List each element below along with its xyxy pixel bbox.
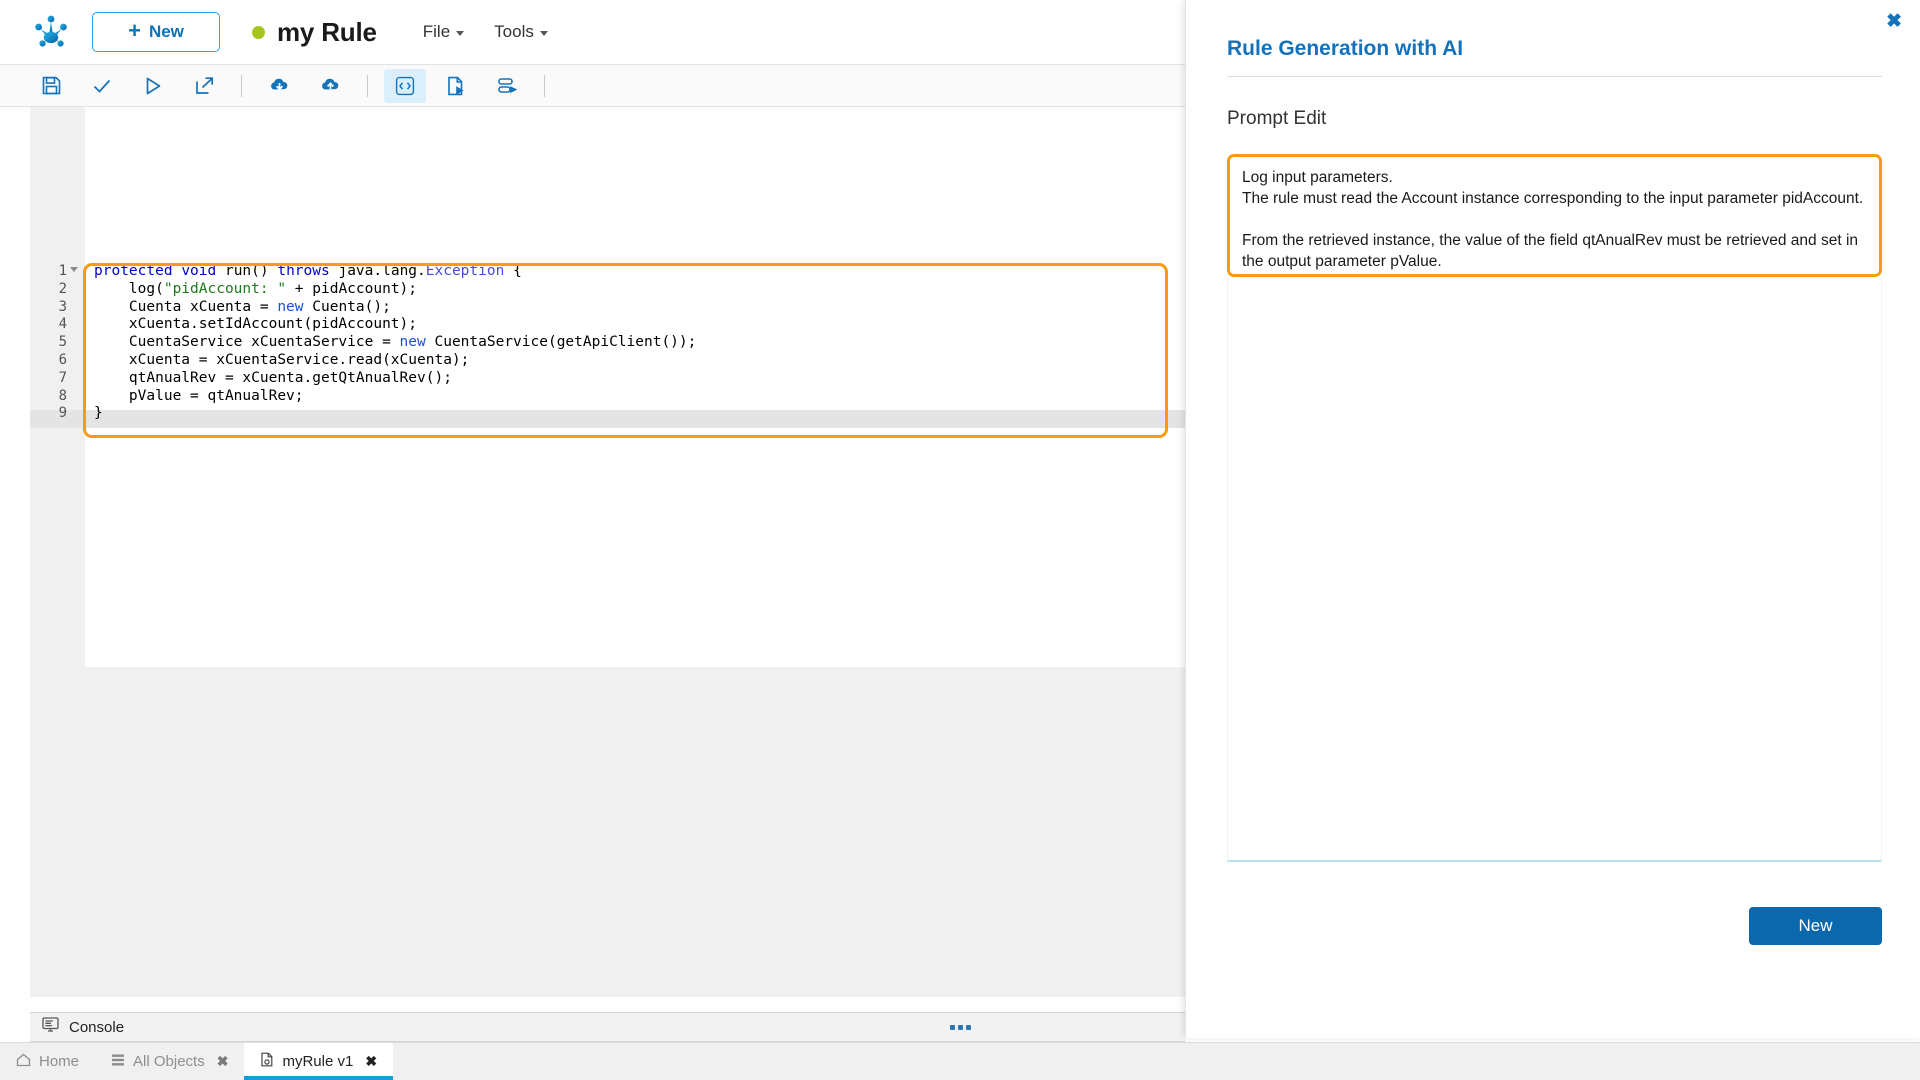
toolbar-separator	[241, 75, 242, 97]
chevron-down-icon	[540, 31, 548, 36]
line-number: 9	[30, 405, 85, 423]
code-editor[interactable]: 1protected void run() throws java.lang.E…	[0, 107, 1185, 997]
save-icon[interactable]	[30, 69, 72, 103]
menu-bar: File Tools	[423, 22, 548, 42]
code-line[interactable]: 8 pValue = qtAnualRev;	[0, 388, 1185, 406]
plus-icon: +	[128, 20, 141, 42]
code-text: xCuenta = xCuentaService.read(xCuenta);	[85, 352, 469, 370]
prompt-text-value: Log input parameters. The rule must read…	[1242, 167, 1867, 272]
home-icon	[16, 1053, 31, 1071]
line-number: 6	[30, 352, 85, 370]
status-dot-icon	[252, 26, 265, 39]
tab-all-objects-label: All Objects	[133, 1053, 205, 1070]
tab-myrule-v1[interactable]: myRule v1 ✖	[244, 1043, 393, 1080]
code-text: log("pidAccount: " + pidAccount);	[85, 281, 417, 299]
menu-tools[interactable]: Tools	[494, 22, 548, 42]
code-line[interactable]: 5 CuentaService xCuentaService = new Cue…	[0, 334, 1185, 352]
code-text: CuentaService xCuentaService = new Cuent…	[85, 334, 696, 352]
code-text: xCuenta.setIdAccount(pidAccount);	[85, 316, 417, 334]
code-line[interactable]: 3 Cuenta xCuenta = new Cuenta();	[0, 299, 1185, 317]
code-text: qtAnualRev = xCuenta.getQtAnualRev();	[85, 370, 452, 388]
code-text: }	[85, 405, 103, 423]
code-line[interactable]: 9}	[0, 405, 1185, 423]
cloud-upload-icon[interactable]	[309, 69, 351, 103]
tab-myrule-v1-label: myRule v1	[282, 1053, 353, 1070]
code-line[interactable]: 7 qtAnualRev = xCuenta.getQtAnualRev();	[0, 370, 1185, 388]
divider	[1227, 76, 1882, 77]
rule-file-icon	[260, 1052, 274, 1071]
ai-new-button[interactable]: New	[1749, 907, 1882, 945]
page-title: my Rule	[277, 17, 377, 48]
code-text: protected void run() throws java.lang.Ex…	[85, 263, 522, 281]
line-number: 7	[30, 370, 85, 388]
menu-file[interactable]: File	[423, 22, 464, 42]
application-window: + New my Rule File Tools	[0, 0, 1920, 1080]
console-options-icon[interactable]	[950, 1025, 971, 1030]
close-icon[interactable]: ✖	[217, 1053, 229, 1070]
menu-tools-label: Tools	[494, 22, 534, 42]
console-label: Console	[69, 1019, 124, 1036]
database-run-icon[interactable]	[486, 69, 528, 103]
close-icon[interactable]: ✖	[365, 1053, 377, 1070]
menu-file-label: File	[423, 22, 450, 42]
code-text: pValue = qtAnualRev;	[85, 388, 304, 406]
prompt-input-box[interactable]: Log input parameters. The rule must read…	[1227, 154, 1882, 277]
tab-all-objects[interactable]: All Objects ✖	[95, 1043, 244, 1080]
line-number: 5	[30, 334, 85, 352]
line-number: 2	[30, 281, 85, 299]
editor-background-filler	[85, 667, 1185, 997]
code-line[interactable]: 4 xCuenta.setIdAccount(pidAccount);	[0, 316, 1185, 334]
code-lines-container[interactable]: 1protected void run() throws java.lang.E…	[0, 263, 1185, 423]
chevron-down-icon	[456, 31, 464, 36]
editor-toolbar	[0, 65, 1185, 107]
code-line[interactable]: 2 log("pidAccount: " + pidAccount);	[0, 281, 1185, 299]
new-button[interactable]: + New	[92, 12, 220, 52]
code-fold-toggle-icon[interactable]	[70, 267, 78, 272]
run-play-icon[interactable]	[132, 69, 174, 103]
rule-generation-ai-panel: ✖ Rule Generation with AI Prompt Edit Lo…	[1185, 0, 1920, 1038]
prompt-result-area[interactable]	[1227, 277, 1882, 862]
close-icon[interactable]: ✖	[1886, 12, 1902, 31]
console-monitor-icon	[42, 1017, 59, 1037]
cloud-download-icon[interactable]	[258, 69, 300, 103]
new-button-label: New	[149, 22, 184, 42]
toolbar-separator	[544, 75, 545, 97]
line-number-gutter	[30, 107, 85, 997]
line-number: 8	[30, 388, 85, 406]
validate-check-icon[interactable]	[81, 69, 123, 103]
tab-home-label: Home	[39, 1053, 79, 1070]
code-line[interactable]: 1protected void run() throws java.lang.E…	[0, 263, 1185, 281]
code-text: Cuenta xCuenta = new Cuenta();	[85, 299, 391, 317]
source-code-icon[interactable]	[384, 69, 426, 103]
ai-panel-title: Rule Generation with AI	[1227, 37, 1463, 61]
line-number: 4	[30, 316, 85, 334]
open-external-icon[interactable]	[183, 69, 225, 103]
bottom-tab-bar: Home All Objects ✖ myRule v1	[0, 1042, 1920, 1080]
prompt-edit-label: Prompt Edit	[1227, 108, 1326, 130]
tab-home[interactable]: Home	[0, 1043, 95, 1080]
document-run-icon[interactable]	[435, 69, 477, 103]
code-line[interactable]: 6 xCuenta = xCuentaService.read(xCuenta)…	[0, 352, 1185, 370]
frog-foot-logo-icon	[30, 11, 72, 53]
list-icon	[111, 1053, 125, 1071]
app-header: + New my Rule File Tools	[0, 0, 1185, 65]
line-number: 3	[30, 299, 85, 317]
toolbar-separator	[367, 75, 368, 97]
console-panel-header[interactable]: Console	[30, 1012, 1185, 1042]
